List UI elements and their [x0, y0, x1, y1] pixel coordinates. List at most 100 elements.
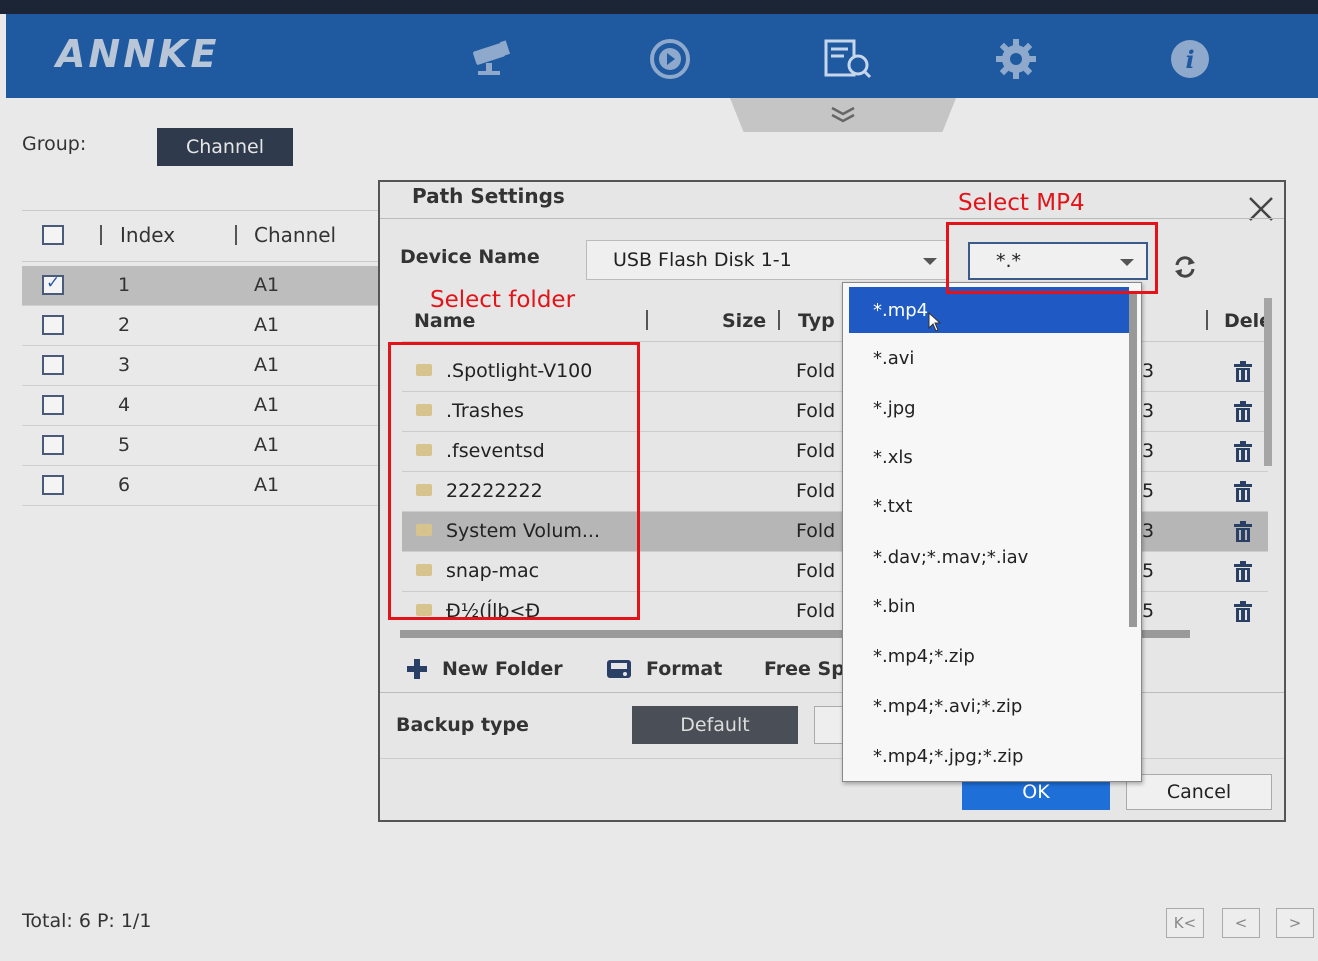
info-icon[interactable]: i: [1162, 36, 1218, 82]
app-header: ANNKE i: [6, 14, 1318, 98]
new-folder-label: New Folder: [442, 658, 563, 680]
first-page-button[interactable]: K<: [1166, 908, 1204, 938]
new-folder-button[interactable]: New Folder: [406, 658, 563, 680]
dropdown-option[interactable]: *.mp4;*.avi;*.zip: [849, 683, 1129, 729]
total-pages-label: Total: 6 P: 1/1: [22, 910, 152, 932]
chevron-down-icon: [923, 258, 937, 265]
vertical-scrollbar[interactable]: [1264, 298, 1272, 466]
trash-icon[interactable]: [1232, 561, 1254, 583]
row-index: 3: [118, 354, 131, 376]
annotation-box-folders: [388, 342, 640, 620]
dropdown-option[interactable]: *.bin: [849, 583, 1129, 629]
divider: [380, 758, 1284, 759]
file-type: Fold: [796, 520, 836, 542]
svg-text:i: i: [1185, 45, 1194, 74]
annke-logo: ANNKE: [56, 32, 220, 76]
channel-group-button[interactable]: Channel: [157, 128, 293, 166]
file-type: Fold: [796, 400, 836, 422]
trash-icon[interactable]: [1232, 601, 1254, 623]
row-channel: A1: [254, 434, 280, 456]
file-size: 3: [1142, 520, 1155, 542]
channel-row[interactable]: 5 A1: [22, 426, 382, 466]
select-all-checkbox[interactable]: [42, 225, 64, 245]
chevron-down-icon: [831, 106, 855, 123]
row-checkbox[interactable]: [42, 435, 64, 455]
trash-icon[interactable]: [1232, 521, 1254, 543]
file-type: Fold: [796, 560, 836, 582]
channel-row[interactable]: 2 A1: [22, 306, 382, 346]
device-name-select[interactable]: USB Flash Disk 1-1: [586, 240, 948, 280]
gear-icon[interactable]: [988, 36, 1044, 82]
dialog-title: Path Settings: [412, 184, 565, 208]
camera-icon[interactable]: [464, 36, 520, 82]
prev-page-button[interactable]: <: [1222, 908, 1260, 938]
group-label: Group:: [22, 133, 87, 155]
row-channel: A1: [254, 394, 280, 416]
row-checkbox[interactable]: [42, 315, 64, 335]
column-separator: [100, 225, 102, 245]
device-name-label: Device Name: [400, 246, 540, 268]
file-size: 5: [1142, 600, 1155, 622]
device-name-value: USB Flash Disk 1-1: [613, 249, 792, 271]
index-column-header: Index: [120, 223, 176, 247]
file-type-dropdown[interactable]: *.mp4 *.avi *.jpg *.xls *.txt *.dav;*.ma…: [842, 282, 1142, 782]
file-size: 3: [1142, 360, 1155, 382]
annotation-box-file-type: [946, 222, 1158, 294]
row-checkbox[interactable]: [42, 355, 64, 375]
mouse-cursor-icon: [928, 312, 942, 332]
type-column-header: Typ: [798, 310, 835, 332]
annotation-select-folder: Select folder: [430, 287, 576, 313]
row-index: 6: [118, 474, 131, 496]
dropdown-option[interactable]: *.mp4;*.zip: [849, 633, 1129, 679]
channel-row[interactable]: 4 A1: [22, 386, 382, 426]
channel-list-header: Index Channel: [22, 210, 382, 262]
channel-column-header: Channel: [254, 223, 337, 247]
row-channel: A1: [254, 274, 280, 296]
channel-row[interactable]: 1 A1: [22, 266, 382, 306]
dropdown-option[interactable]: *.xls: [849, 434, 1129, 480]
dropdown-option[interactable]: *.jpg: [849, 385, 1129, 431]
row-channel: A1: [254, 314, 280, 336]
format-button[interactable]: Format: [606, 658, 722, 680]
dropdown-option[interactable]: *.txt: [849, 483, 1129, 529]
row-checkbox[interactable]: [42, 395, 64, 415]
backup-type-default-button[interactable]: Default: [632, 706, 798, 744]
trash-icon[interactable]: [1232, 441, 1254, 463]
file-size: 3: [1142, 440, 1155, 462]
top-edge: [0, 0, 1318, 14]
row-index: 1: [118, 274, 131, 296]
format-label: Format: [646, 658, 723, 680]
trash-icon[interactable]: [1232, 481, 1254, 503]
size-column-header: Size: [722, 310, 767, 332]
dropdown-option[interactable]: *.avi: [849, 335, 1129, 381]
refresh-icon[interactable]: [1172, 254, 1198, 280]
collapse-tab[interactable]: [730, 98, 956, 132]
file-size: 5: [1142, 480, 1155, 502]
playback-icon[interactable]: [642, 36, 698, 82]
file-type: Fold: [796, 600, 836, 622]
row-index: 4: [118, 394, 131, 416]
file-type: Fold: [796, 440, 836, 462]
row-checkbox[interactable]: [42, 273, 64, 295]
dropdown-option[interactable]: *.mp4;*.jpg;*.zip: [849, 733, 1129, 779]
trash-icon[interactable]: [1232, 401, 1254, 423]
divider: [380, 692, 1284, 693]
next-page-button[interactable]: >: [1276, 908, 1314, 938]
file-size: 3: [1142, 400, 1155, 422]
row-index: 5: [118, 434, 131, 456]
channel-row[interactable]: 6 A1: [22, 466, 382, 506]
row-checkbox[interactable]: [42, 475, 64, 495]
row-channel: A1: [254, 474, 280, 496]
file-type: Fold: [796, 480, 836, 502]
file-type: Fold: [796, 360, 836, 382]
search-files-icon[interactable]: [820, 36, 876, 82]
channel-row[interactable]: 3 A1: [22, 346, 382, 386]
dropdown-option[interactable]: *.dav;*.mav;*.iav: [849, 534, 1129, 580]
trash-icon[interactable]: [1232, 361, 1254, 383]
free-space-label: Free Sp: [764, 658, 845, 680]
name-column-header: Name: [414, 310, 476, 332]
dropdown-scrollbar[interactable]: [1129, 293, 1137, 627]
row-channel: A1: [254, 354, 280, 376]
annotation-select-mp4: Select MP4: [958, 190, 1085, 216]
cancel-button[interactable]: Cancel: [1126, 774, 1272, 810]
